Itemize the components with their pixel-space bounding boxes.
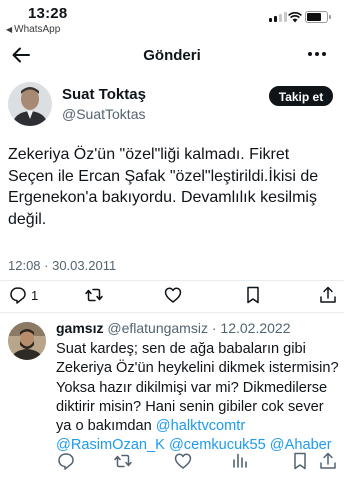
divider bbox=[0, 280, 344, 281]
status-time: 13:28 bbox=[28, 5, 68, 22]
reply-count: 1 bbox=[31, 288, 39, 303]
retweet-icon[interactable] bbox=[84, 285, 104, 305]
tweet-timestamp: 12:08 · 30.03.2011 bbox=[8, 258, 117, 273]
follow-button[interactable]: Takip et bbox=[269, 86, 333, 106]
page-title: Gönderi bbox=[143, 47, 201, 64]
mention-link[interactable]: @halktvcomtr bbox=[156, 418, 245, 434]
battery-icon bbox=[305, 11, 331, 23]
back-app-label: WhatsApp bbox=[14, 24, 61, 35]
author-handle[interactable]: @SuatToktas bbox=[62, 106, 145, 122]
author-avatar[interactable] bbox=[8, 82, 52, 126]
like-icon[interactable] bbox=[173, 451, 193, 471]
bookmark-icon[interactable] bbox=[243, 285, 263, 305]
divider bbox=[0, 312, 344, 313]
like-icon[interactable] bbox=[163, 285, 183, 305]
reply-date: 12.02.2022 bbox=[220, 320, 291, 336]
reply-author-name[interactable]: gamsız bbox=[56, 320, 103, 336]
more-horizontal-icon[interactable] bbox=[308, 52, 328, 58]
reply-icon[interactable] bbox=[8, 285, 28, 305]
reply-separator: · bbox=[211, 320, 217, 336]
share-icon[interactable] bbox=[318, 285, 338, 305]
views-icon[interactable] bbox=[230, 451, 250, 471]
reply-icon[interactable] bbox=[56, 451, 76, 471]
reply-text: Suat kardeş; sen de ağa babaların gibi Z… bbox=[56, 340, 340, 456]
retweet-icon[interactable] bbox=[113, 451, 133, 471]
tweet-text: Zekeriya Öz'ün "özel"liği kalmadı. Fikre… bbox=[8, 146, 319, 228]
reply-author-handle[interactable]: @eflatungamsiz bbox=[107, 320, 208, 336]
reply-author-avatar[interactable] bbox=[8, 322, 46, 360]
triangle-left-icon: ◀ bbox=[6, 25, 13, 34]
author-name[interactable]: Suat Toktaş bbox=[62, 86, 146, 103]
reply-header: gamsız @eflatungamsiz · 12.02.2022 bbox=[56, 320, 290, 336]
bookmark-icon[interactable] bbox=[290, 451, 310, 471]
share-icon[interactable] bbox=[318, 451, 338, 471]
cellular-signal-icon bbox=[269, 11, 287, 22]
back-to-whatsapp[interactable]: ◀ WhatsApp bbox=[6, 24, 60, 35]
wifi-icon bbox=[288, 10, 302, 28]
